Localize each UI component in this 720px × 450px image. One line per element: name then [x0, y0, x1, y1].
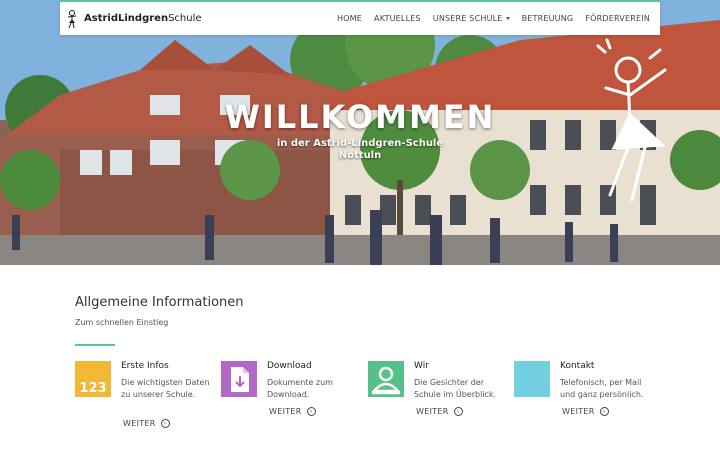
card-text: Telefonisch, per Mail und ganz persönlic… — [560, 378, 644, 399]
nav-betreuung[interactable]: BETREUUNG — [522, 14, 574, 23]
hero-title: WILLKOMMEN — [224, 98, 496, 136]
card-title: Wir — [414, 361, 429, 371]
card-link-label: WEITER — [123, 419, 156, 428]
card-link-label: WEITER — [562, 407, 595, 416]
nav-aktuelles[interactable]: AKTUELLES — [374, 14, 421, 23]
nav-home[interactable]: HOME — [337, 14, 362, 23]
person-icon — [368, 361, 404, 397]
nav-foerderverein[interactable]: FÖRDERVEREIN — [585, 14, 650, 23]
card-title: Erste Infos — [121, 361, 169, 371]
caret-down-icon — [505, 17, 510, 20]
section-subtitle: Zum schnellen Einstieg — [75, 318, 169, 327]
brand-name: AstridLindgrenSchule — [84, 13, 202, 24]
card-kontakt: Kontakt Telefonisch, per Mail und ganz p… — [514, 361, 654, 441]
card-link-weiter[interactable]: WEITER › — [416, 407, 463, 416]
hero-banner: WILLKOMMEN in der Astrid-Lindgren-Schule… — [0, 0, 720, 265]
top-navbar: AstridLindgrenSchule HOME AKTUELLES UNSE… — [60, 0, 660, 35]
card-link-weiter[interactable]: WEITER › — [123, 419, 170, 428]
card-title: Kontakt — [560, 361, 595, 371]
card-text: Die wichtigsten Daten zu unserer Schule. — [121, 378, 210, 399]
card-title: Download — [267, 361, 312, 371]
hero-subtitle: in der Astrid-Lindgren-Schule Nottuln — [0, 138, 720, 162]
card-text: Dokumente zum Download. — [267, 378, 333, 399]
numbers-icon: 123 — [75, 361, 111, 397]
arrow-right-circle-icon: › — [599, 407, 609, 416]
section-divider — [75, 344, 115, 346]
card-wir: Wir Die Gesichter der Schule im Überblic… — [368, 361, 508, 441]
card-download: Download Dokumente zum Download. WEITER … — [221, 361, 361, 441]
hero-subtitle-line2: Nottuln — [338, 150, 382, 161]
arrow-right-circle-icon: › — [453, 407, 463, 416]
stick-figure-logo-icon — [67, 9, 77, 28]
card-link-label: WEITER — [416, 407, 449, 416]
main-nav: HOME AKTUELLES UNSERE SCHULE BETREUUNG F… — [325, 2, 650, 35]
nav-unsere-schule-label: UNSERE SCHULE — [432, 14, 503, 23]
card-link-weiter[interactable]: WEITER › — [562, 407, 609, 416]
section-title: Allgemeine Informationen — [75, 295, 244, 310]
card-text: Die Gesichter der Schule im Überblick. — [414, 378, 497, 399]
nav-unsere-schule[interactable]: UNSERE SCHULE — [433, 14, 510, 23]
download-document-icon — [221, 361, 257, 397]
hero-subtitle-line1: in der Astrid-Lindgren-Schule — [276, 138, 444, 149]
arrow-right-circle-icon: › — [306, 407, 316, 416]
brand-logo-link[interactable]: AstridLindgrenSchule — [60, 2, 202, 35]
numbers-icon-label: 123 — [79, 381, 106, 396]
contact-icon — [514, 361, 550, 397]
arrow-right-circle-icon: › — [160, 419, 170, 428]
card-link-weiter[interactable]: WEITER › — [269, 407, 316, 416]
card-erste-infos: 123 Erste Infos Die wichtigsten Daten zu… — [75, 361, 215, 441]
card-link-label: WEITER — [269, 407, 302, 416]
